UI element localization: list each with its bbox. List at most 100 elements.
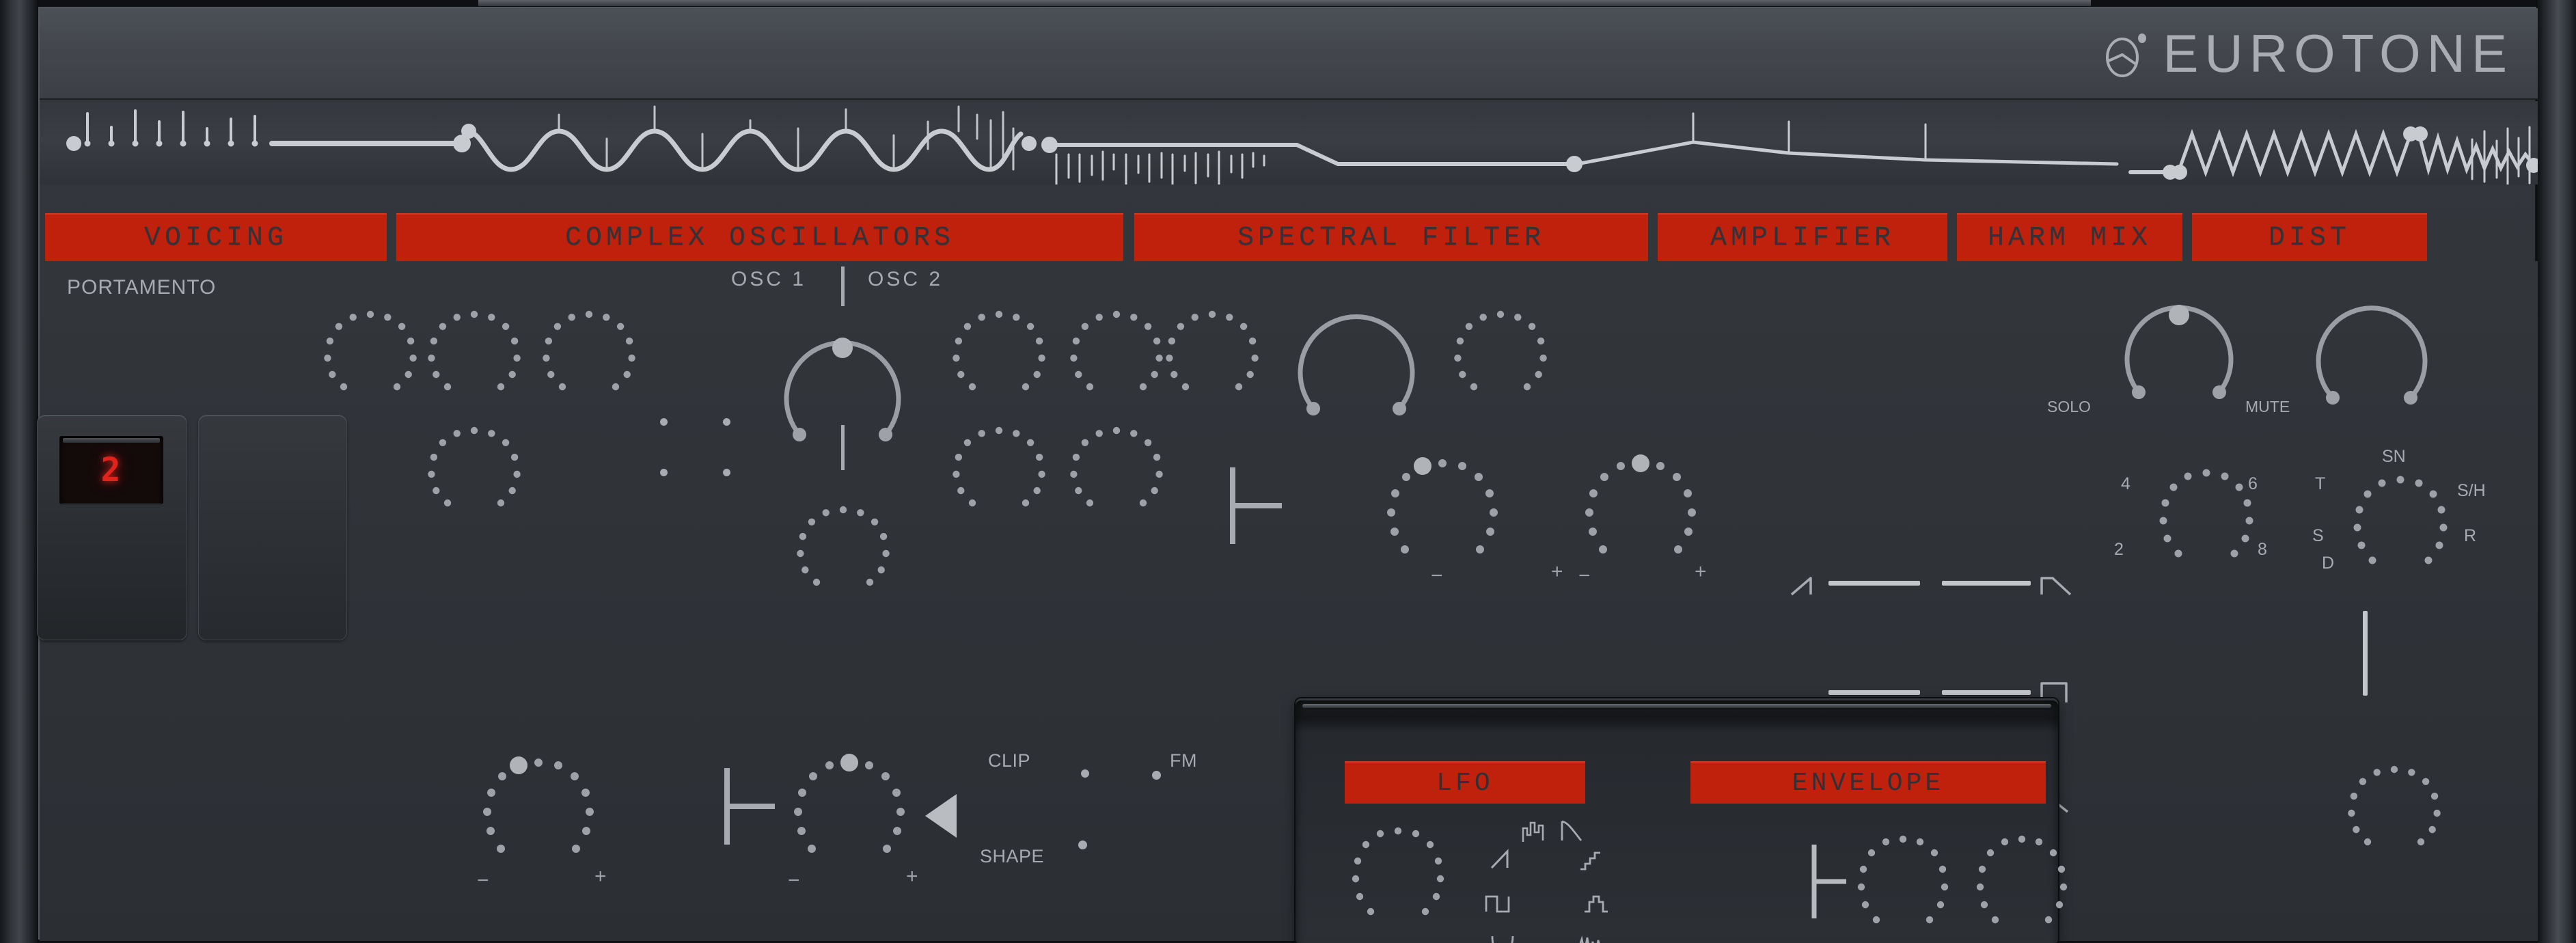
osc1-detune-knob[interactable] [474, 752, 603, 888]
osc1-detune-min-label: − [477, 869, 489, 892]
harmonic-ratio-knob[interactable] [2155, 465, 2258, 567]
amp-sustain-slider-1[interactable] [1828, 690, 1920, 695]
lfo-label: LFO [1436, 768, 1494, 798]
section-label: HARM MIX [1987, 222, 2152, 254]
rack-rail-left [0, 0, 38, 943]
osc1-wave-knob[interactable] [422, 420, 526, 522]
dist-mark-sn: SN [2382, 447, 2406, 466]
section-header-voicing[interactable]: VOICING [45, 213, 387, 261]
pulse-icon[interactable] [1582, 892, 1610, 918]
section-header-harm-mix[interactable]: HARM MIX [1957, 213, 2182, 261]
brand-name: EUROTONE [2163, 23, 2513, 83]
solo-mute-spread-knob[interactable] [2114, 284, 2244, 411]
shape-indicator-dot[interactable] [1078, 840, 1087, 849]
brand-bar: EUROTONE [40, 8, 2538, 100]
section-header-complex-oscillators[interactable]: COMPLEX OSCILLATORS [396, 213, 1123, 261]
control-surface: PORTAMENTO 2 OSC 1 OSC 2 − + − + CLIP FM… [37, 261, 2538, 943]
section-label: SPECTRAL FILTER [1237, 222, 1546, 254]
dist-mark-t: T [2315, 474, 2326, 493]
envelope-label: ENVELOPE [1792, 768, 1945, 798]
osc1-mod-dot-b[interactable] [723, 469, 730, 476]
section-label: AMPLIFIER [1710, 222, 1895, 254]
section-label: VOICING [143, 222, 288, 254]
exp-decay-icon[interactable] [1559, 819, 1585, 847]
ramp-up-icon[interactable] [1490, 847, 1513, 874]
fm-indicator-dot[interactable] [1152, 771, 1161, 780]
panel-highlight [1302, 704, 2051, 708]
envelope-decay-knob[interactable] [1972, 831, 2072, 933]
envelope-header[interactable]: ENVELOPE [1690, 761, 2046, 804]
envelope-trigger-glyph[interactable] [1811, 842, 1852, 925]
rack-rail-right [2536, 0, 2576, 943]
noise-icon[interactable] [1577, 933, 1607, 943]
osc2-wave-knob[interactable] [947, 420, 1051, 522]
dist-drive-knob[interactable] [2307, 287, 2437, 417]
osc1-fine-knob[interactable] [537, 303, 641, 406]
square-icon[interactable] [1484, 892, 1511, 918]
portamento-knob[interactable] [318, 303, 422, 406]
clip-label: CLIP [988, 750, 1031, 771]
osc1-label: OSC 1 [731, 268, 807, 290]
triangle-left-icon[interactable] [925, 794, 957, 838]
modulation-panel: LFO ENVELOPE [1296, 698, 2068, 943]
osc-sync-divider [841, 425, 845, 470]
eurotone-logo-icon [2105, 27, 2148, 79]
filter-cutoff-knob[interactable] [1285, 288, 1428, 425]
lfo-rate-knob[interactable] [1347, 823, 1449, 925]
osc1-mod-dot-a[interactable] [660, 469, 668, 476]
harm-mark-6: 6 [2248, 474, 2258, 493]
staircase-random-icon[interactable] [1521, 820, 1547, 848]
osc2-fine-knob[interactable] [1065, 303, 1168, 406]
filter-key-track-glyph[interactable] [1229, 465, 1286, 550]
voice-display-module[interactable]: 2 [37, 415, 187, 640]
amp-sustain-slider-2[interactable] [1942, 690, 2031, 695]
filter-input-knob[interactable] [1160, 303, 1264, 406]
portamento-label: PORTAMENTO [67, 276, 217, 299]
osc2-detune-max-label: + [906, 865, 918, 888]
envelope-attack-knob[interactable] [1853, 831, 1953, 933]
brand-lockup: EUROTONE [2105, 27, 2513, 80]
filter-resonance-knob[interactable] [1449, 303, 1552, 406]
shape-label: SHAPE [980, 846, 1045, 866]
dist-level-slider[interactable] [2363, 611, 2368, 696]
decay-ramp-icon[interactable] [2040, 574, 2073, 601]
dist-mark-d: D [2322, 554, 2335, 573]
filter-env-min-label: − [1431, 564, 1443, 587]
filter-mod-depth-knob[interactable] [1576, 454, 1705, 584]
osc1-detune-max-label: + [594, 865, 607, 888]
voice-count-display[interactable]: 2 [59, 436, 163, 504]
osc1-mod-dot-d[interactable] [723, 418, 730, 426]
osc2-detune-knob[interactable] [784, 752, 914, 888]
section-label: COMPLEX OSCILLATORS [564, 222, 955, 254]
dist-mark-s: S [2312, 526, 2324, 545]
dist-mode-knob[interactable] [2349, 472, 2452, 574]
section-header-row: VOICING COMPLEX OSCILLATORS SPECTRAL FIL… [40, 213, 2538, 261]
attack-ramp-icon[interactable] [1790, 574, 1820, 601]
osc-hard-sync-glyph[interactable] [723, 765, 778, 851]
clip-indicator-dot[interactable] [1081, 769, 1089, 778]
osc2-sub-knob[interactable] [1065, 420, 1168, 522]
synth-faceplate: EUROTONE VOICING COMPLEX OSCILLATORS SPE… [37, 7, 2538, 943]
eurotone-synth-window: EUROTONE VOICING COMPLEX OSCILLATORS SPE… [0, 0, 2576, 943]
section-header-dist[interactable]: DIST [2192, 213, 2427, 261]
amp-level-slider-2[interactable] [1942, 581, 2031, 586]
dist-mark-sh: S/H [2457, 481, 2486, 500]
osc1-pitch-knob[interactable] [422, 303, 526, 406]
amp-level-slider-1[interactable] [1828, 581, 1920, 586]
solo-label: SOLO [2047, 398, 2091, 415]
mute-label: MUTE [2245, 398, 2290, 415]
osc2-pitch-knob[interactable] [947, 303, 1051, 406]
harm-mark-8: 8 [2258, 540, 2267, 559]
section-header-spectral-filter[interactable]: SPECTRAL FILTER [1134, 213, 1648, 261]
voice-count-value: 2 [100, 451, 122, 489]
section-header-amplifier[interactable]: AMPLIFIER [1658, 213, 1947, 261]
osc-mix-knob[interactable] [791, 499, 895, 601]
harm-mark-4: 4 [2121, 474, 2130, 493]
osc-divider [841, 266, 845, 306]
osc1-mod-dot-c[interactable] [660, 418, 668, 426]
voicing-blank-pad[interactable] [198, 415, 347, 640]
sine-icon[interactable] [1490, 933, 1517, 943]
dist-tone-knob[interactable] [2342, 758, 2446, 861]
stair-step-icon[interactable] [1578, 847, 1604, 875]
lfo-header[interactable]: LFO [1345, 761, 1585, 804]
